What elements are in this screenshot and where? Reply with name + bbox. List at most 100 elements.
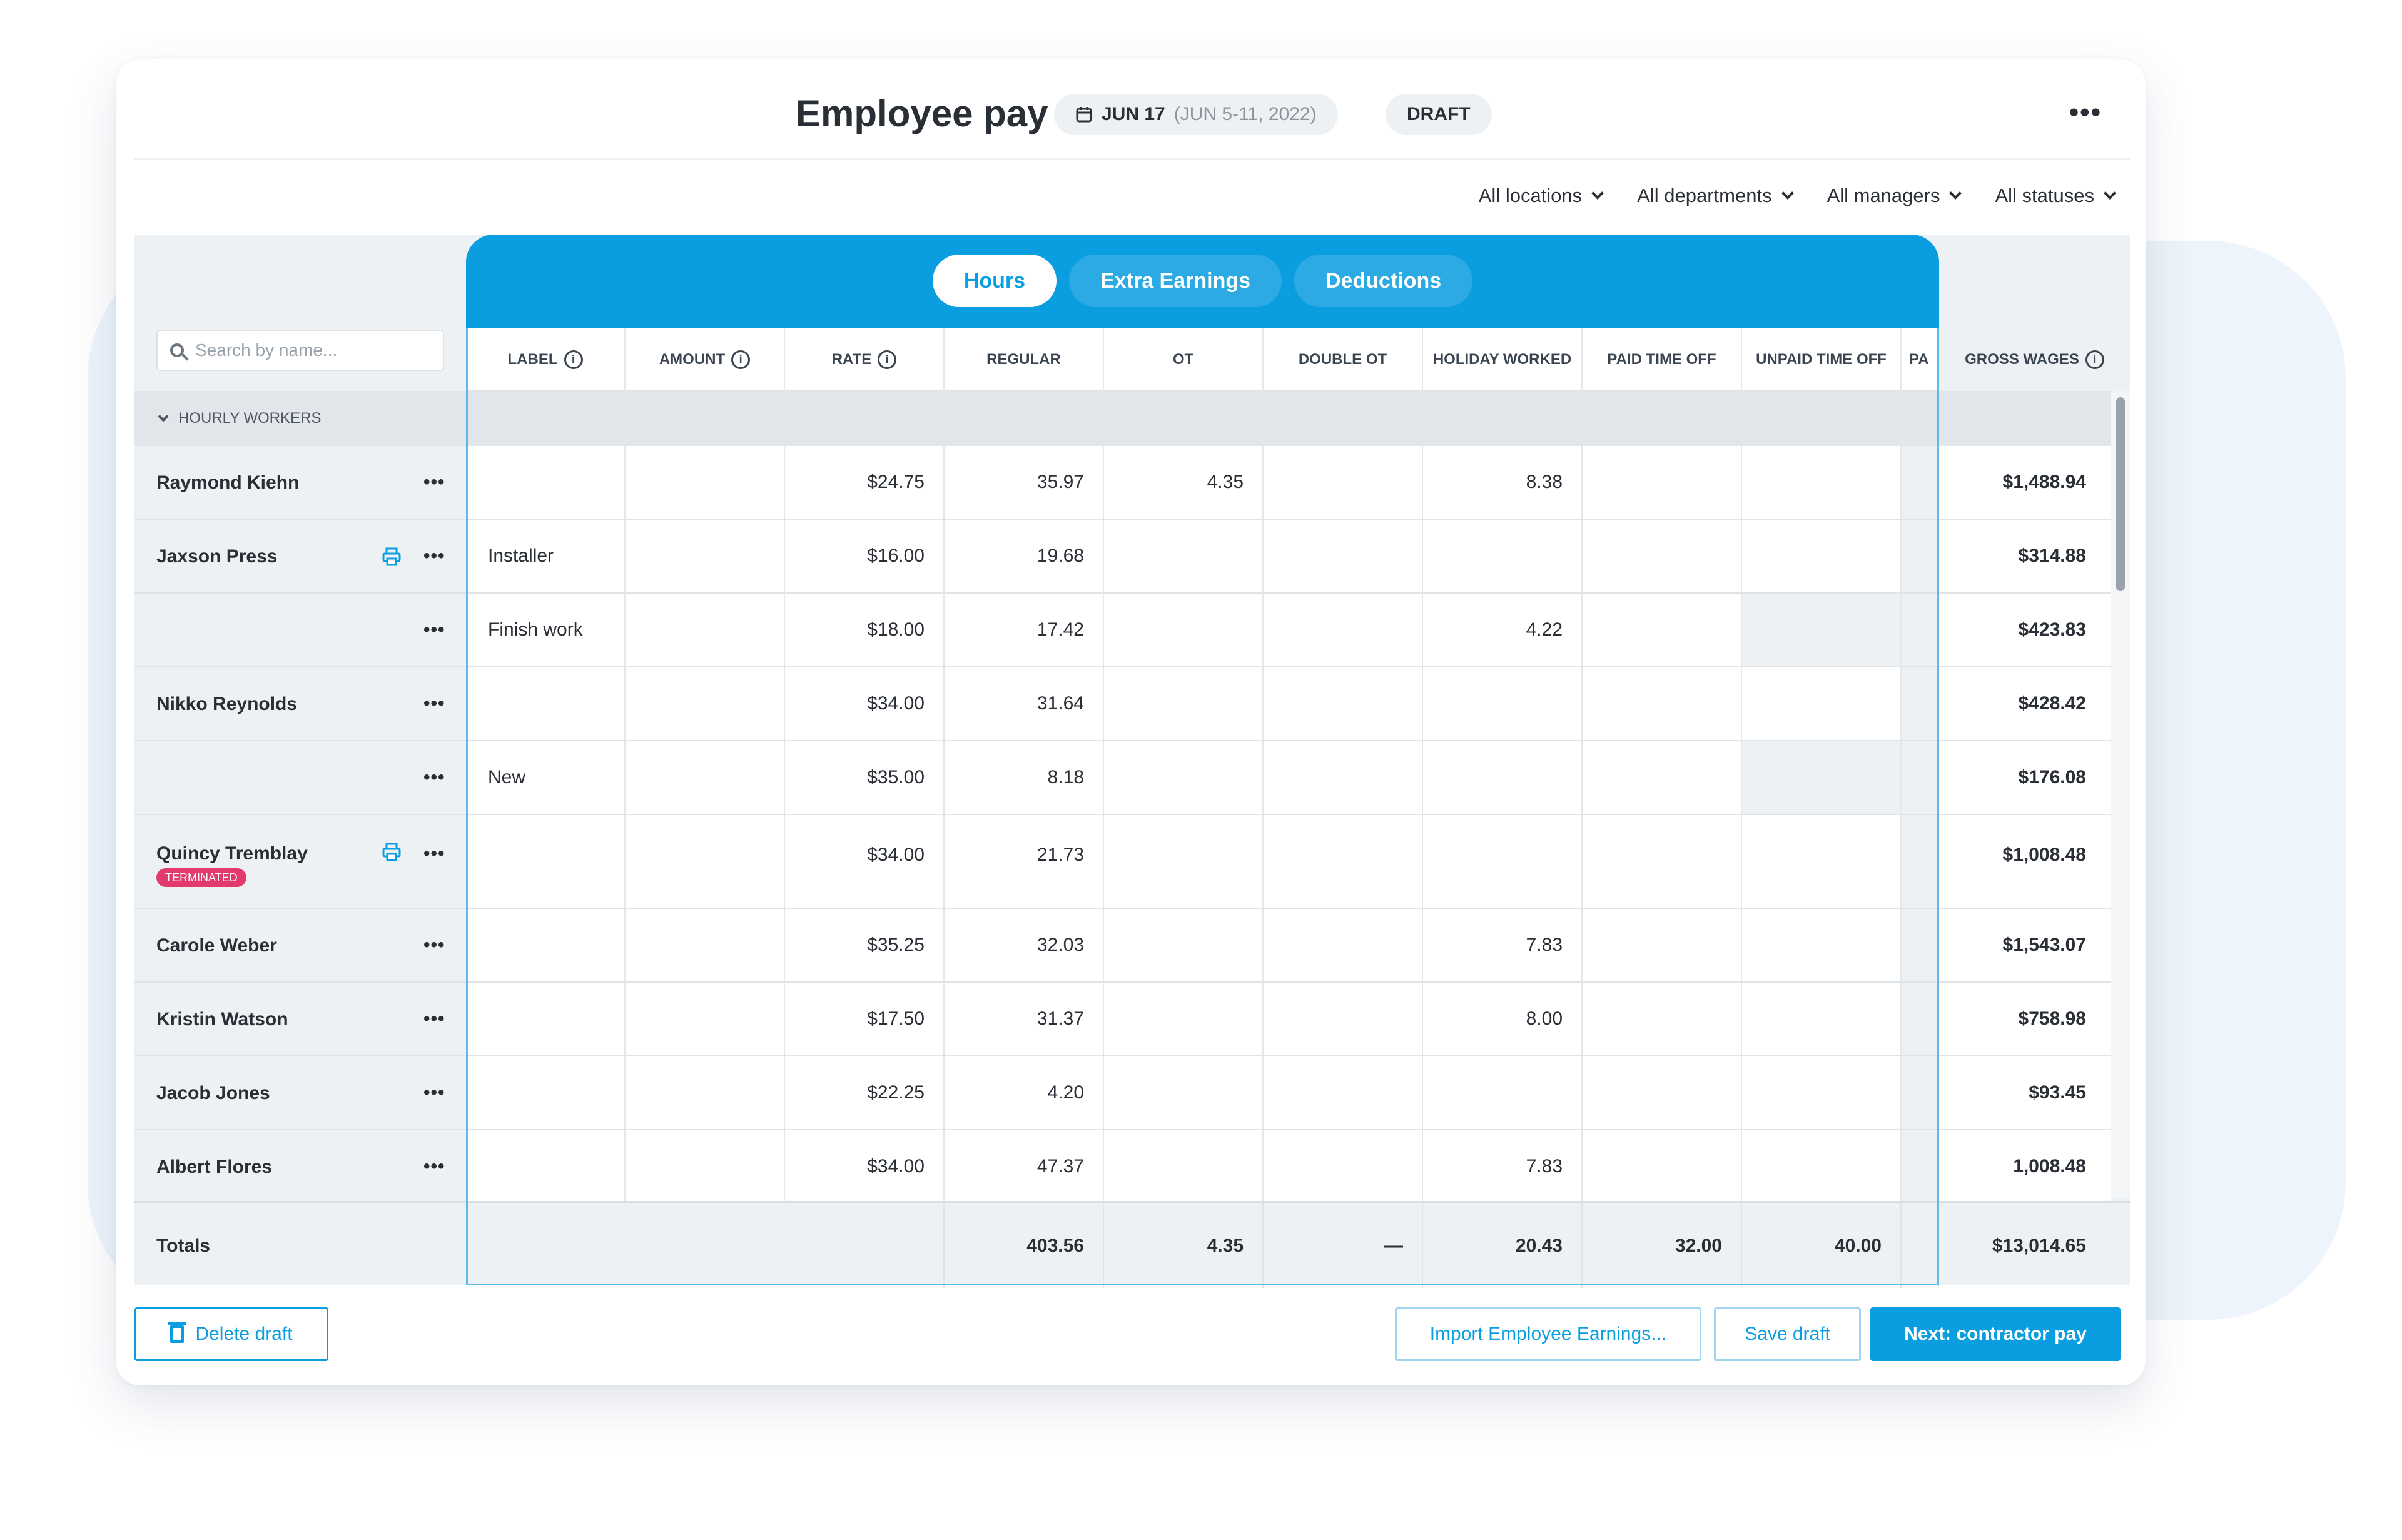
cell-ot[interactable] — [1104, 520, 1264, 592]
cell-label[interactable] — [466, 667, 626, 740]
cell-upto[interactable] — [1742, 909, 1902, 981]
cell-pto[interactable] — [1583, 815, 1742, 908]
tab-extra-earnings[interactable]: Extra Earnings — [1069, 255, 1282, 307]
cell-label[interactable] — [466, 1130, 626, 1203]
cell-holiday[interactable]: 4.22 — [1423, 594, 1583, 666]
cell-ot[interactable] — [1104, 667, 1264, 740]
cell-rate[interactable]: $24.75 — [785, 446, 945, 519]
cell-pto[interactable] — [1583, 1130, 1742, 1203]
cell-label[interactable] — [466, 446, 626, 519]
table-row[interactable]: Albert Flores ••• $34.00 47.37 7.83 1,008.48 — [134, 1130, 2111, 1204]
cell-upto[interactable] — [1742, 983, 1902, 1055]
cell-ot[interactable] — [1104, 983, 1264, 1055]
scrollbar-thumb[interactable] — [2116, 397, 2125, 591]
group-hourly-workers[interactable]: HOURLY WORKERS — [134, 391, 2130, 446]
cell-holiday[interactable]: 8.00 — [1423, 983, 1583, 1055]
printer-icon[interactable] — [382, 842, 402, 862]
info-icon[interactable]: i — [878, 350, 897, 369]
row-more-options-icon[interactable]: ••• — [423, 1156, 445, 1177]
cell-ot[interactable] — [1104, 594, 1264, 666]
cell-ot[interactable]: 4.35 — [1104, 446, 1264, 519]
col-pa[interactable]: PA — [1902, 328, 1939, 391]
cell-regular[interactable]: 19.68 — [945, 520, 1104, 592]
cell-pto[interactable] — [1583, 741, 1742, 814]
cell-upto[interactable] — [1742, 815, 1902, 908]
cell-upto[interactable] — [1742, 1056, 1902, 1129]
row-more-options-icon[interactable]: ••• — [423, 472, 445, 493]
cell-ot[interactable] — [1104, 909, 1264, 981]
search-input[interactable]: Search by name... — [156, 330, 444, 371]
col-unpaid-time-off[interactable]: UNPAID TIME OFF — [1742, 328, 1902, 391]
col-holiday-worked[interactable]: HOLIDAY WORKED — [1423, 328, 1583, 391]
cell-double-ot[interactable] — [1264, 909, 1423, 981]
cell-ot[interactable] — [1104, 1130, 1264, 1203]
cell-regular[interactable]: 47.37 — [945, 1130, 1104, 1203]
pay-date-chip[interactable]: JUN 17 (JUN 5-11, 2022) — [1054, 94, 1338, 135]
row-more-options-icon[interactable]: ••• — [423, 1008, 445, 1030]
info-icon[interactable]: i — [731, 350, 751, 369]
cell-rate[interactable]: $34.00 — [785, 815, 945, 908]
cell-rate[interactable]: $34.00 — [785, 1130, 945, 1203]
cell-amount[interactable] — [626, 594, 785, 666]
col-double-ot[interactable]: DOUBLE OT — [1264, 328, 1423, 391]
cell-label[interactable]: Finish work — [466, 594, 626, 666]
tab-deductions[interactable]: Deductions — [1294, 255, 1473, 307]
row-more-options-icon[interactable]: ••• — [423, 1082, 445, 1103]
table-row[interactable]: Raymond Kiehn ••• $24.75 35.97 4.35 8.38 $1,48… — [134, 446, 2111, 520]
save-draft-button[interactable]: Save draft — [1714, 1307, 1861, 1361]
info-icon[interactable]: i — [2085, 350, 2104, 369]
employee-name[interactable]: Carole Weber — [156, 935, 277, 956]
cell-upto[interactable] — [1742, 594, 1902, 666]
cell-holiday[interactable] — [1423, 815, 1583, 908]
cell-holiday[interactable] — [1423, 1056, 1583, 1129]
cell-label[interactable] — [466, 909, 626, 981]
info-icon[interactable]: i — [564, 350, 583, 369]
cell-upto[interactable] — [1742, 520, 1902, 592]
cell-label[interactable] — [466, 1056, 626, 1129]
cell-double-ot[interactable] — [1264, 667, 1423, 740]
tab-hours[interactable]: Hours — [932, 255, 1057, 307]
cell-upto[interactable] — [1742, 1130, 1902, 1203]
cell-label[interactable]: Installer — [466, 520, 626, 592]
cell-double-ot[interactable] — [1264, 815, 1423, 908]
cell-double-ot[interactable] — [1264, 741, 1423, 814]
col-regular[interactable]: REGULAR — [945, 328, 1104, 391]
cell-double-ot[interactable] — [1264, 1056, 1423, 1129]
cell-pa[interactable] — [1902, 520, 1939, 592]
cell-regular[interactable]: 17.42 — [945, 594, 1104, 666]
cell-pa[interactable] — [1902, 446, 1939, 519]
cell-upto[interactable] — [1742, 741, 1902, 814]
delete-draft-button[interactable]: Delete draft — [134, 1307, 328, 1361]
cell-pa[interactable] — [1902, 667, 1939, 740]
next-contractor-pay-button[interactable]: Next: contractor pay — [1870, 1307, 2121, 1361]
cell-pto[interactable] — [1583, 594, 1742, 666]
cell-regular[interactable]: 21.73 — [945, 815, 1104, 908]
cell-pa[interactable] — [1902, 1130, 1939, 1203]
cell-ot[interactable] — [1104, 815, 1264, 908]
cell-upto[interactable] — [1742, 667, 1902, 740]
cell-holiday[interactable] — [1423, 667, 1583, 740]
col-rate[interactable]: RATE i — [785, 328, 945, 391]
employee-name[interactable]: Jacob Jones — [156, 1083, 270, 1104]
cell-double-ot[interactable] — [1264, 1130, 1423, 1203]
cell-ot[interactable] — [1104, 741, 1264, 814]
row-more-options-icon[interactable]: ••• — [423, 935, 445, 956]
filter-locations[interactable]: All locations — [1479, 185, 1604, 207]
vertical-scrollbar[interactable] — [2111, 391, 2130, 1198]
row-more-options-icon[interactable]: ••• — [423, 619, 445, 641]
cell-double-ot[interactable] — [1264, 446, 1423, 519]
cell-regular[interactable]: 31.37 — [945, 983, 1104, 1055]
cell-pto[interactable] — [1583, 667, 1742, 740]
cell-rate[interactable]: $22.25 — [785, 1056, 945, 1129]
cell-holiday[interactable] — [1423, 741, 1583, 814]
cell-amount[interactable] — [626, 909, 785, 981]
import-earnings-button[interactable]: Import Employee Earnings... — [1395, 1307, 1701, 1361]
cell-holiday[interactable]: 8.38 — [1423, 446, 1583, 519]
cell-amount[interactable] — [626, 520, 785, 592]
cell-pto[interactable] — [1583, 446, 1742, 519]
table-row[interactable]: ••• Finish work $18.00 17.42 4.22 $423.83 — [134, 594, 2111, 667]
table-row[interactable]: Jacob Jones ••• $22.25 4.20 $93.45 — [134, 1056, 2111, 1130]
row-more-options-icon[interactable]: ••• — [423, 545, 445, 567]
cell-ot[interactable] — [1104, 1056, 1264, 1129]
cell-regular[interactable]: 8.18 — [945, 741, 1104, 814]
